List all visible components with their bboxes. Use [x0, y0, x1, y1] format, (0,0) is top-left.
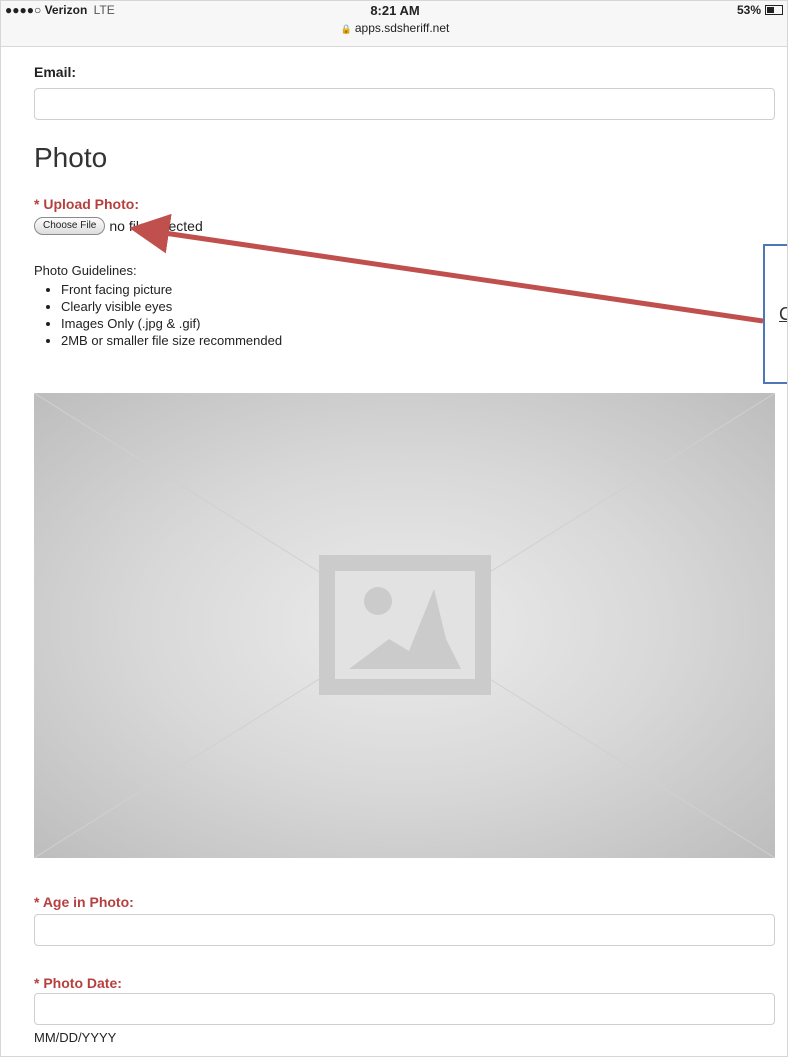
battery-fill [767, 7, 774, 13]
guideline-item: Images Only (.jpg & .gif) [61, 315, 282, 332]
guidelines-list: Front facing picture Clearly visible eye… [43, 281, 282, 349]
file-input: Choose File no file selected [34, 217, 203, 235]
file-status-text: no file selected [109, 218, 203, 234]
photo-heading: Photo [34, 142, 108, 173]
age-in-photo-label: * Age in Photo: [34, 894, 134, 910]
age-in-photo-field[interactable] [34, 914, 775, 946]
guideline-item: Clearly visible eyes [61, 298, 282, 315]
annotation-callout-box: C [763, 244, 787, 384]
date-format-hint: MM/DD/YYYY [34, 1030, 117, 1045]
battery-percent: 53% [736, 3, 761, 17]
image-placeholder-icon [319, 555, 491, 695]
guidelines-title: Photo Guidelines: [34, 263, 137, 278]
email-label: Email: [34, 64, 77, 80]
choose-file-button[interactable]: Choose File [34, 217, 106, 235]
guideline-item: Front facing picture [61, 281, 282, 298]
guideline-item: 2MB or smaller file size recommended [61, 332, 282, 349]
callout-text: C [779, 304, 787, 325]
preview-graphic [34, 393, 775, 858]
battery-icon [765, 5, 783, 15]
photo-date-field[interactable] [34, 993, 775, 1025]
browser-window: ●●●●○ Verizon LTE 8:21 AM 🔒 apps.sdsherif… [0, 0, 788, 1057]
email-field[interactable] [34, 88, 775, 120]
lock-icon: 🔒 [340, 24, 352, 34]
photo-preview [34, 393, 775, 858]
address-bar[interactable]: 🔒 apps.sdsheriff.net [1, 21, 787, 35]
upload-photo-label: * Upload Photo: [34, 196, 139, 212]
address-text: apps.sdsheriff.net [354, 21, 450, 35]
battery-status: 53% [737, 3, 783, 17]
status-bar: ●●●●○ Verizon LTE 8:21 AM 🔒 apps.sdsherif… [1, 1, 787, 47]
clock: 8:21 AM [370, 3, 420, 18]
photo-date-label: * Photo Date: [34, 975, 122, 991]
